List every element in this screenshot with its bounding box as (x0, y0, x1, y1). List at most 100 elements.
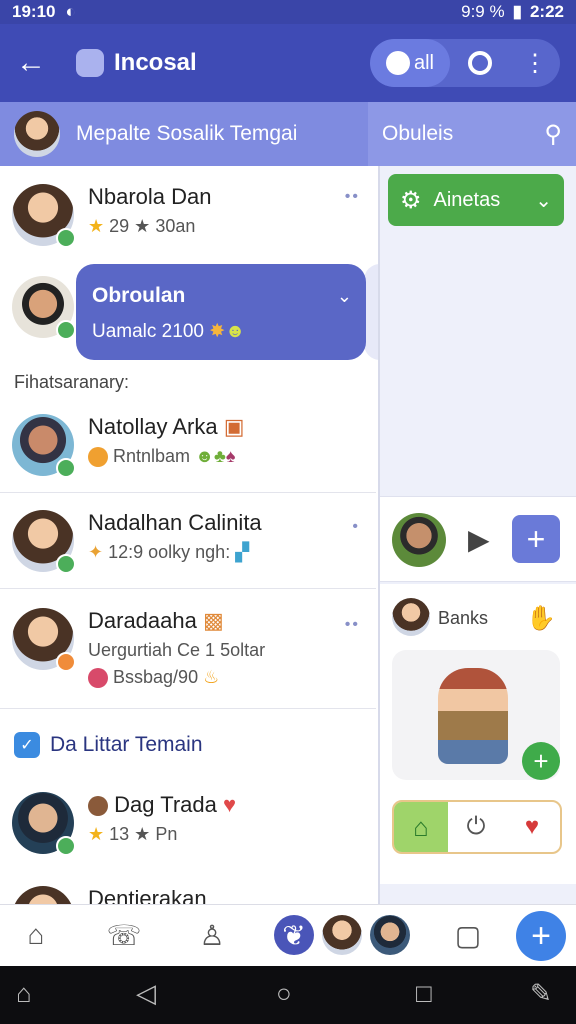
search-button[interactable] (450, 39, 510, 87)
quick-actions-row: ▶ + (380, 496, 576, 582)
chevron-down-icon[interactable]: ⌄ (337, 286, 352, 307)
fire-icon: ✦ (88, 542, 104, 562)
house-icon[interactable]: ⌂ (394, 802, 448, 852)
avatar (12, 510, 76, 574)
cake-icon (88, 668, 108, 689)
status-bar: 19:10 ◐ 9:9 % ▮ 2:22 (0, 0, 576, 24)
avatar[interactable] (392, 598, 430, 636)
reaction-bar: ⌂ ⏻ ♥ (392, 800, 562, 854)
sparkle-icon: ✸ (209, 321, 226, 342)
list-item[interactable]: Dentierakan (0, 876, 376, 904)
online-panel-header[interactable]: Obuleis ⚲ (368, 102, 576, 166)
bubble-sub: Uamalc 2100 ✸☻ (92, 321, 246, 342)
avatar[interactable] (322, 915, 362, 955)
more-dots-icon[interactable]: •• (345, 188, 360, 206)
group-name: Mepalte Sosalik Temgai (76, 122, 298, 145)
home-icon[interactable]: ⌂ (16, 915, 56, 955)
back-arrow-icon[interactable]: ← (16, 46, 46, 80)
user-icon[interactable]: ⚲ (544, 120, 562, 149)
filter-button[interactable]: ⚙ Ainetas ⌄ (388, 174, 564, 226)
avatar (12, 184, 76, 248)
avatar[interactable] (392, 513, 446, 567)
checkbox-icon: ✓ (14, 732, 40, 758)
contact-card-label: Banks (438, 608, 489, 628)
more-menu-button[interactable]: ⋮ (510, 39, 560, 87)
chevron-down-icon: ⌄ (535, 189, 552, 212)
emoji-group-icon: ☻♣ (195, 446, 226, 466)
star-icon: ★ (88, 216, 105, 236)
avatar[interactable] (370, 915, 410, 955)
tab-all[interactable]: all (370, 39, 450, 87)
sticker-card[interactable]: + (392, 650, 560, 780)
add-sticker-button[interactable]: + (522, 742, 560, 780)
avatar (12, 792, 76, 856)
online-check-icon (56, 554, 76, 574)
back-nav-icon[interactable]: ◁ (136, 978, 156, 1009)
chat-icon[interactable]: ☏ (104, 915, 144, 955)
star-icon: ★ (88, 824, 105, 844)
online-check-icon (56, 652, 76, 672)
flame-icon: ♨ (203, 667, 220, 687)
contact-name: Dentierakan (88, 886, 207, 904)
list-item[interactable]: Nadalhan Calinita ✦ 12:9 oolky ngh: ▞ (0, 500, 376, 582)
list-item[interactable]: Dag Trada ♥ ★ 13 ★ Pn (0, 782, 376, 864)
more-dots-icon[interactable]: • (352, 518, 360, 536)
search-icon (468, 51, 492, 75)
group-banner[interactable]: Mepalte Sosalik Temgai (0, 102, 368, 166)
bottom-nav: ⌂ ☏ ♙ ❦ ▢ (0, 904, 576, 966)
more-vertical-icon: ⋮ (523, 49, 547, 77)
divider (0, 588, 376, 589)
highlighted-chat-bubble[interactable]: Obroulan Uamalc 2100 ✸☻ ⌄ (76, 264, 366, 360)
tab-all-label: all (413, 51, 434, 74)
moon-icon: ◐ (65, 2, 76, 21)
heart-icon: ♠ (225, 446, 236, 466)
divider (0, 492, 376, 493)
contact-name: Nbarola Dan (88, 184, 212, 209)
power-icon[interactable]: ⏻ (448, 802, 504, 852)
contact-card: Banks ✋ + ⌂ ⏻ ♥ (380, 584, 576, 884)
section-title: Da Littar Temain (50, 733, 203, 756)
contacts-icon[interactable]: ♙ (192, 915, 232, 955)
online-panel: ⚙ Ainetas ⌄ ▶ + Banks ✋ + ⌂ ⏻ ♥ (378, 166, 576, 904)
contact-status: ✦ 12:9 oolky ngh: ▞ (88, 542, 250, 562)
online-check-icon (56, 320, 76, 340)
more-dots-icon[interactable]: •• (345, 616, 360, 634)
recents-nav-icon[interactable]: □ (416, 978, 432, 1009)
record-icon (385, 51, 410, 75)
wave-icon[interactable]: ✋ (526, 604, 556, 633)
edit-nav-icon[interactable]: ✎ (530, 978, 552, 1009)
app-title: Incosal (114, 49, 197, 76)
group-avatar-icon (76, 49, 104, 77)
list-item[interactable]: Natollay Arka ▣ Rntnlbam ☻♣♠ (0, 404, 376, 486)
contact-status: Rntnlbam ☻♣♠ (88, 446, 245, 468)
status-time-right: 2:22 (529, 2, 564, 21)
segmented-control: all ⋮ (370, 39, 560, 87)
list-item[interactable]: Nbarola Dan ★ 29 ★ 30an (0, 174, 376, 256)
section-header: Fihatsaranary: (14, 372, 130, 392)
battery-icon: ▮ (512, 2, 522, 21)
divider (0, 708, 376, 709)
gift-icon: ▩ (203, 608, 224, 633)
home-nav-icon[interactable]: ⌂ (16, 978, 32, 1009)
add-button[interactable]: + (512, 515, 560, 563)
share-icon[interactable]: ▶ (468, 523, 490, 556)
stories-icon[interactable]: ❦ (274, 915, 314, 955)
heart-reaction-icon[interactable]: ♥ (504, 802, 560, 852)
status-time-left: 19:10 (12, 2, 56, 21)
online-check-icon (56, 836, 76, 856)
cartoon-sticker-icon (438, 668, 508, 764)
section-header-2[interactable]: ✓ Da Littar Temain (14, 732, 203, 758)
list-item[interactable]: Daradaaha ▩ Uergurtiah Ce 1 5oltar Bssba… (0, 598, 376, 698)
app-bar: ← Incosal all ⋮ (0, 24, 576, 102)
notifications-icon[interactable]: ▢ (448, 915, 488, 955)
gear-icon: ⚙ (400, 186, 422, 214)
online-check-icon (56, 458, 76, 478)
contact-status-2: Bssbag/90 ♨ (88, 667, 265, 689)
compose-button[interactable]: + (516, 911, 566, 961)
chat-list: Nbarola Dan ★ 29 ★ 30an •• Obroulan Uama… (0, 166, 378, 904)
emoji-icon (88, 447, 108, 468)
smiley-icon: ☻ (225, 321, 246, 342)
avatar (12, 276, 76, 340)
message-preview-ghost (364, 264, 378, 360)
circle-nav-icon[interactable]: ○ (276, 978, 292, 1009)
